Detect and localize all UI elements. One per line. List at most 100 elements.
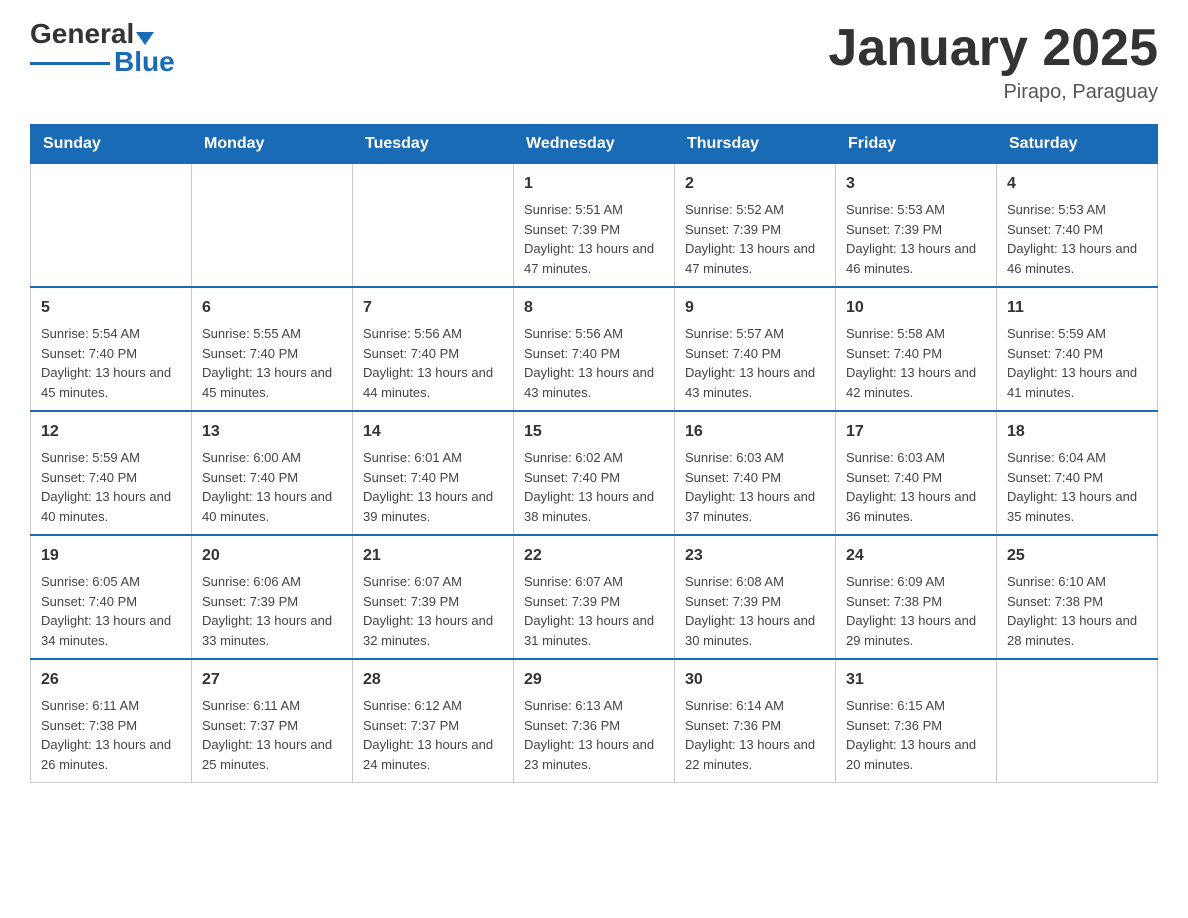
logo: General Blue: [30, 20, 175, 78]
day-info: Sunrise: 5:56 AMSunset: 7:40 PMDaylight:…: [363, 324, 503, 402]
col-header-monday: Monday: [192, 125, 353, 164]
calendar-cell: 30 Sunrise: 6:14 AMSunset: 7:36 PMDayligh…: [675, 659, 836, 783]
calendar-cell: 28 Sunrise: 6:12 AMSunset: 7:37 PMDayligh…: [353, 659, 514, 783]
calendar-cell: 31 Sunrise: 6:15 AMSunset: 7:36 PMDayligh…: [836, 659, 997, 783]
day-info: Sunrise: 6:13 AMSunset: 7:36 PMDaylight:…: [524, 696, 664, 774]
day-info: Sunrise: 5:57 AMSunset: 7:40 PMDaylight:…: [685, 324, 825, 402]
day-number: 18: [1007, 420, 1147, 444]
day-info: Sunrise: 6:03 AMSunset: 7:40 PMDaylight:…: [685, 448, 825, 526]
day-number: 7: [363, 296, 503, 320]
day-number: 31: [846, 668, 986, 692]
col-header-saturday: Saturday: [997, 125, 1158, 164]
day-number: 2: [685, 172, 825, 196]
calendar-week-row: 5 Sunrise: 5:54 AMSunset: 7:40 PMDaylight…: [31, 287, 1158, 411]
calendar-cell: 19 Sunrise: 6:05 AMSunset: 7:40 PMDayligh…: [31, 535, 192, 659]
day-number: 29: [524, 668, 664, 692]
calendar-cell: 7 Sunrise: 5:56 AMSunset: 7:40 PMDaylight…: [353, 287, 514, 411]
day-info: Sunrise: 6:06 AMSunset: 7:39 PMDaylight:…: [202, 572, 342, 650]
col-header-tuesday: Tuesday: [353, 125, 514, 164]
calendar-cell: 2 Sunrise: 5:52 AMSunset: 7:39 PMDaylight…: [675, 164, 836, 288]
calendar-cell: 23 Sunrise: 6:08 AMSunset: 7:39 PMDayligh…: [675, 535, 836, 659]
calendar-cell: 25 Sunrise: 6:10 AMSunset: 7:38 PMDayligh…: [997, 535, 1158, 659]
day-number: 26: [41, 668, 181, 692]
calendar-cell: [997, 659, 1158, 783]
day-number: 21: [363, 544, 503, 568]
day-number: 1: [524, 172, 664, 196]
day-number: 23: [685, 544, 825, 568]
calendar-week-row: 19 Sunrise: 6:05 AMSunset: 7:40 PMDayligh…: [31, 535, 1158, 659]
day-info: Sunrise: 6:09 AMSunset: 7:38 PMDaylight:…: [846, 572, 986, 650]
calendar-week-row: 1 Sunrise: 5:51 AMSunset: 7:39 PMDaylight…: [31, 164, 1158, 288]
day-info: Sunrise: 6:03 AMSunset: 7:40 PMDaylight:…: [846, 448, 986, 526]
calendar-cell: 1 Sunrise: 5:51 AMSunset: 7:39 PMDaylight…: [514, 164, 675, 288]
day-info: Sunrise: 6:02 AMSunset: 7:40 PMDaylight:…: [524, 448, 664, 526]
calendar-cell: 16 Sunrise: 6:03 AMSunset: 7:40 PMDayligh…: [675, 411, 836, 535]
calendar-cell: 15 Sunrise: 6:02 AMSunset: 7:40 PMDayligh…: [514, 411, 675, 535]
logo-line: [30, 62, 110, 65]
calendar-header-row: SundayMondayTuesdayWednesdayThursdayFrid…: [31, 125, 1158, 164]
day-info: Sunrise: 6:00 AMSunset: 7:40 PMDaylight:…: [202, 448, 342, 526]
day-info: Sunrise: 6:10 AMSunset: 7:38 PMDaylight:…: [1007, 572, 1147, 650]
day-number: 28: [363, 668, 503, 692]
day-info: Sunrise: 5:55 AMSunset: 7:40 PMDaylight:…: [202, 324, 342, 402]
day-number: 5: [41, 296, 181, 320]
day-number: 30: [685, 668, 825, 692]
col-header-friday: Friday: [836, 125, 997, 164]
col-header-sunday: Sunday: [31, 125, 192, 164]
day-number: 20: [202, 544, 342, 568]
day-info: Sunrise: 6:11 AMSunset: 7:37 PMDaylight:…: [202, 696, 342, 774]
day-info: Sunrise: 6:04 AMSunset: 7:40 PMDaylight:…: [1007, 448, 1147, 526]
col-header-thursday: Thursday: [675, 125, 836, 164]
calendar-table: SundayMondayTuesdayWednesdayThursdayFrid…: [30, 124, 1158, 783]
calendar-cell: 27 Sunrise: 6:11 AMSunset: 7:37 PMDayligh…: [192, 659, 353, 783]
day-info: Sunrise: 5:56 AMSunset: 7:40 PMDaylight:…: [524, 324, 664, 402]
logo-blue-text: Blue: [114, 46, 175, 78]
day-info: Sunrise: 5:51 AMSunset: 7:39 PMDaylight:…: [524, 200, 664, 278]
calendar-cell: 12Sunrise: 5:59 AMSunset: 7:40 PMDayligh…: [31, 411, 192, 535]
day-number: 4: [1007, 172, 1147, 196]
day-info: Sunrise: 6:08 AMSunset: 7:39 PMDaylight:…: [685, 572, 825, 650]
calendar-cell: 26Sunrise: 6:11 AMSunset: 7:38 PMDayligh…: [31, 659, 192, 783]
day-info: Sunrise: 6:15 AMSunset: 7:36 PMDaylight:…: [846, 696, 986, 774]
col-header-wednesday: Wednesday: [514, 125, 675, 164]
calendar-cell: 4 Sunrise: 5:53 AMSunset: 7:40 PMDaylight…: [997, 164, 1158, 288]
day-number: 8: [524, 296, 664, 320]
day-number: 3: [846, 172, 986, 196]
title-block: January 2025 Pirapo, Paraguay: [828, 20, 1158, 104]
calendar-cell: 11 Sunrise: 5:59 AMSunset: 7:40 PMDayligh…: [997, 287, 1158, 411]
day-info: Sunrise: 5:53 AMSunset: 7:40 PMDaylight:…: [1007, 200, 1147, 278]
calendar-cell: 20 Sunrise: 6:06 AMSunset: 7:39 PMDayligh…: [192, 535, 353, 659]
day-info: Sunrise: 5:58 AMSunset: 7:40 PMDaylight:…: [846, 324, 986, 402]
calendar-cell: 6 Sunrise: 5:55 AMSunset: 7:40 PMDaylight…: [192, 287, 353, 411]
day-info: Sunrise: 5:59 AMSunset: 7:40 PMDaylight:…: [41, 448, 181, 526]
day-info: Sunrise: 6:14 AMSunset: 7:36 PMDaylight:…: [685, 696, 825, 774]
day-number: 25: [1007, 544, 1147, 568]
day-number: 14: [363, 420, 503, 444]
calendar-cell: [353, 164, 514, 288]
day-number: 27: [202, 668, 342, 692]
calendar-cell: 9Sunrise: 5:57 AMSunset: 7:40 PMDaylight…: [675, 287, 836, 411]
day-info: Sunrise: 5:54 AMSunset: 7:40 PMDaylight:…: [41, 324, 181, 402]
calendar-cell: 22Sunrise: 6:07 AMSunset: 7:39 PMDayligh…: [514, 535, 675, 659]
day-info: Sunrise: 6:12 AMSunset: 7:37 PMDaylight:…: [363, 696, 503, 774]
calendar-cell: 24 Sunrise: 6:09 AMSunset: 7:38 PMDayligh…: [836, 535, 997, 659]
day-number: 6: [202, 296, 342, 320]
calendar-cell: 29 Sunrise: 6:13 AMSunset: 7:36 PMDayligh…: [514, 659, 675, 783]
day-number: 15: [524, 420, 664, 444]
day-number: 17: [846, 420, 986, 444]
day-number: 24: [846, 544, 986, 568]
day-info: Sunrise: 6:01 AMSunset: 7:40 PMDaylight:…: [363, 448, 503, 526]
day-number: 22: [524, 544, 664, 568]
calendar-cell: 10Sunrise: 5:58 AMSunset: 7:40 PMDayligh…: [836, 287, 997, 411]
calendar-cell: 5 Sunrise: 5:54 AMSunset: 7:40 PMDaylight…: [31, 287, 192, 411]
day-info: Sunrise: 5:52 AMSunset: 7:39 PMDaylight:…: [685, 200, 825, 278]
calendar-cell: 13Sunrise: 6:00 AMSunset: 7:40 PMDayligh…: [192, 411, 353, 535]
calendar-cell: 18 Sunrise: 6:04 AMSunset: 7:40 PMDayligh…: [997, 411, 1158, 535]
calendar-cell: 3Sunrise: 5:53 AMSunset: 7:39 PMDaylight…: [836, 164, 997, 288]
day-info: Sunrise: 5:59 AMSunset: 7:40 PMDaylight:…: [1007, 324, 1147, 402]
calendar-cell: 8 Sunrise: 5:56 AMSunset: 7:40 PMDaylight…: [514, 287, 675, 411]
day-number: 11: [1007, 296, 1147, 320]
day-number: 19: [41, 544, 181, 568]
day-number: 16: [685, 420, 825, 444]
day-info: Sunrise: 6:05 AMSunset: 7:40 PMDaylight:…: [41, 572, 181, 650]
